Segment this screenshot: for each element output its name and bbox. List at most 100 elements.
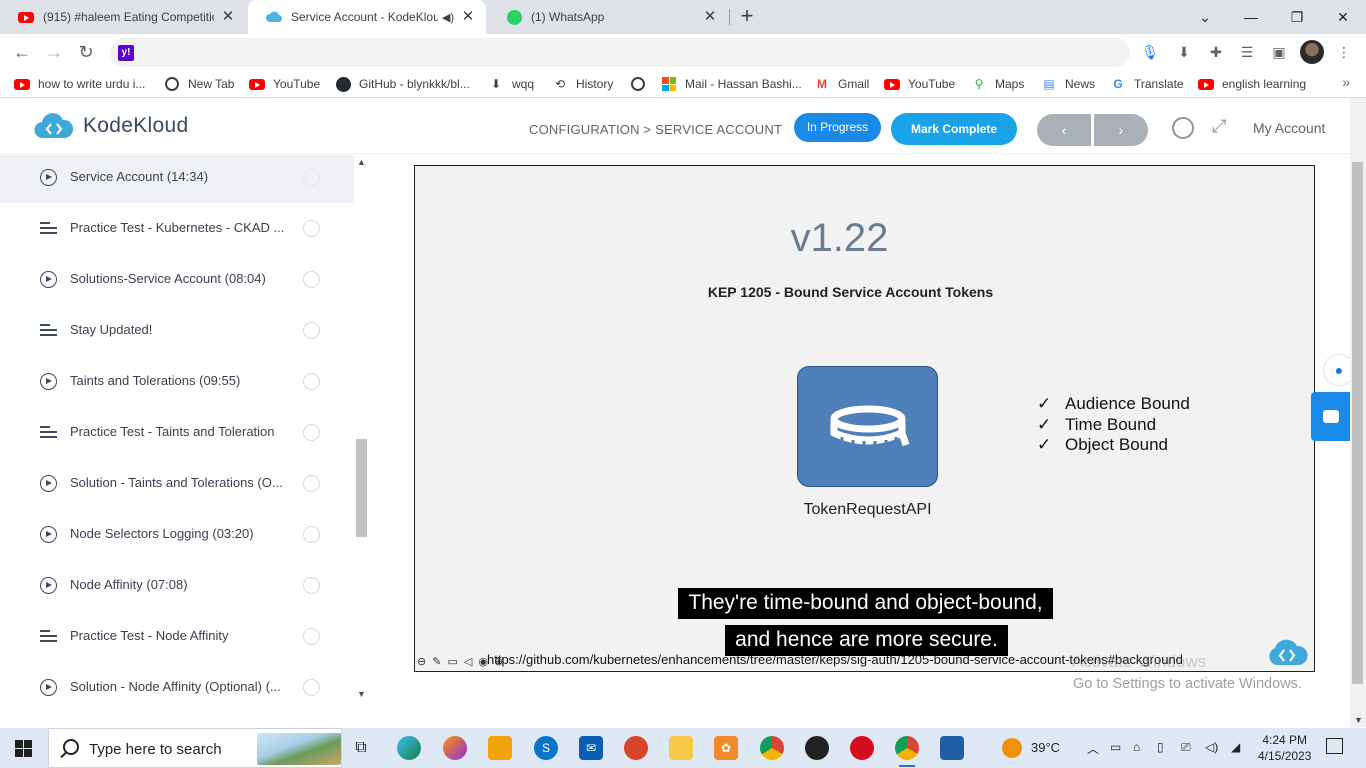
settings-icon[interactable]: ◉ — [478, 655, 488, 668]
close-icon[interactable]: ✕ — [460, 9, 476, 25]
completion-circle-icon[interactable] — [303, 679, 320, 696]
task-view-icon[interactable]: ⧉ — [349, 736, 373, 760]
scroll-down-icon[interactable]: ▼ — [1354, 715, 1363, 725]
mark-complete-button[interactable]: Mark Complete — [891, 113, 1017, 145]
fullscreen-icon[interactable]: ⤢ — [1212, 116, 1226, 137]
scrollbar-thumb[interactable] — [356, 439, 367, 537]
bookmark-item[interactable]: M Gmail — [814, 75, 869, 93]
lesson-item[interactable]: Node Selectors Logging (03:20) — [0, 509, 354, 560]
new-tab-button[interactable]: + — [735, 5, 759, 29]
volume-icon[interactable]: ◁) — [1205, 740, 1218, 754]
completion-circle-icon[interactable] — [303, 475, 320, 492]
wifi-icon[interactable]: ◢ — [1231, 740, 1240, 754]
mail-icon[interactable]: ✉ — [579, 736, 603, 760]
snail-app-icon[interactable] — [624, 736, 648, 760]
opera-icon[interactable] — [850, 736, 874, 760]
page-scrollbar[interactable]: ▼ — [1350, 98, 1366, 727]
bookmark-item[interactable]: ▤ News — [1041, 75, 1095, 93]
tab-whatsapp[interactable]: (1) WhatsApp ✕ — [488, 0, 728, 34]
my-account-link[interactable]: My Account — [1253, 120, 1325, 136]
bookmark-item[interactable]: ⟲ History — [552, 75, 613, 93]
chat-button[interactable] — [1311, 392, 1350, 441]
minimize-button[interactable]: — — [1228, 0, 1274, 34]
next-lesson-button[interactable]: › — [1094, 114, 1148, 146]
lesson-item[interactable]: Practice Test - Kubernetes - CKAD ... — [0, 203, 354, 254]
completion-circle-icon[interactable] — [303, 169, 320, 186]
phone-link-icon[interactable]: ▯ — [1157, 740, 1164, 754]
playlist-icon[interactable]: ☰ — [1237, 42, 1257, 62]
pen-icon[interactable]: ✎ — [432, 655, 441, 668]
reload-button[interactable]: ↻ — [73, 39, 99, 65]
download-extension-icon[interactable]: ⬇ — [1174, 42, 1194, 62]
lesson-item[interactable]: Taints and Tolerations (09:55) — [0, 356, 354, 407]
lesson-item[interactable]: Practice Test - Taints and Toleration — [0, 407, 354, 458]
completion-circle-icon[interactable] — [303, 373, 320, 390]
completion-circle-icon[interactable] — [303, 322, 320, 339]
skype-icon[interactable]: S — [534, 736, 558, 760]
prev-lesson-button[interactable]: ‹ — [1037, 114, 1091, 146]
sidebar-scrollbar[interactable]: ▲ ▼ — [354, 155, 370, 727]
completion-circle-icon[interactable] — [303, 220, 320, 237]
chrome-running-icon[interactable] — [895, 736, 919, 767]
sidepanel-icon[interactable]: ▣ — [1269, 42, 1289, 62]
store-icon[interactable] — [488, 736, 512, 760]
weather-icon[interactable] — [1002, 738, 1022, 758]
display-icon[interactable]: ⎚ — [1181, 740, 1191, 755]
bookmark-item[interactable]: YouTube — [884, 75, 955, 93]
completion-circle-icon[interactable] — [303, 526, 320, 543]
forward-button[interactable]: → — [41, 39, 67, 65]
bookmark-item[interactable]: english learning — [1198, 75, 1306, 93]
firefox-icon[interactable] — [443, 736, 467, 760]
system-clock[interactable]: 4:24 PM 4/15/2023 — [1258, 732, 1311, 764]
close-icon[interactable]: ✕ — [220, 9, 236, 25]
bookmark-item[interactable]: ⚲ Maps — [971, 75, 1025, 93]
lesson-item[interactable]: Service Account (14:34) — [0, 155, 354, 203]
temperature[interactable]: 39°C — [1031, 740, 1060, 755]
bookmark-item[interactable]: how to write urdu i... — [14, 75, 145, 93]
bookmark-item[interactable]: Mail - Hassan Bashi... — [661, 75, 802, 93]
file-explorer-icon[interactable] — [669, 736, 693, 760]
bookmark-item[interactable]: G Translate — [1110, 75, 1183, 93]
captions-icon[interactable]: ▭ — [447, 655, 457, 668]
settings-app-icon[interactable]: ✿ — [714, 736, 738, 760]
taskbar-search[interactable]: Type here to search — [48, 728, 342, 768]
bookmark-item[interactable]: YouTube — [249, 75, 320, 93]
bookmark-item[interactable]: New Tab — [164, 75, 234, 93]
bookmark-item[interactable] — [630, 75, 654, 93]
obs-icon[interactable] — [805, 736, 829, 760]
video-player[interactable]: v1.22 KEP 1205 - Bound Service Account T… — [414, 165, 1315, 672]
scroll-down-icon[interactable]: ▼ — [357, 689, 366, 699]
close-icon[interactable]: ✕ — [702, 9, 718, 25]
profile-avatar[interactable] — [1300, 40, 1324, 64]
lesson-item[interactable]: Practice Test - Node Affinity — [0, 611, 354, 662]
notification-icon[interactable] — [1326, 738, 1343, 754]
lesson-item[interactable]: Solution - Node Affinity (Optional) (... — [0, 662, 354, 713]
dark-mode-icon[interactable] — [1172, 117, 1194, 139]
completion-circle-icon[interactable] — [303, 577, 320, 594]
completion-circle-icon[interactable] — [303, 424, 320, 441]
completion-circle-icon[interactable] — [303, 628, 320, 645]
speaker-icon[interactable]: ◀) — [442, 11, 454, 24]
kodekloud-logo[interactable]: KodeKloud — [34, 113, 188, 139]
lesson-item[interactable]: Solutions-Service Account (08:04) — [0, 254, 354, 305]
address-bar[interactable]: y! — [110, 38, 1130, 67]
puzzle-icon[interactable]: ✚ — [1206, 42, 1226, 62]
mic-extension-icon[interactable]: 🎙 — [1140, 42, 1160, 62]
scrollbar-thumb[interactable] — [1352, 162, 1363, 684]
mute-icon[interactable]: ◁ — [464, 655, 472, 668]
photos-icon[interactable] — [940, 736, 964, 760]
windows-start-icon[interactable] — [15, 740, 32, 757]
chrome-icon[interactable] — [760, 736, 784, 760]
edge-icon[interactable] — [397, 736, 421, 760]
menu-icon[interactable]: ⋮ — [1334, 42, 1354, 62]
tab-search-icon[interactable]: ⌄ — [1182, 0, 1228, 34]
forward-icon[interactable]: ⊕ — [494, 655, 503, 668]
restore-button[interactable]: ❐ — [1274, 0, 1320, 34]
scroll-up-icon[interactable]: ▲ — [357, 157, 366, 167]
completion-circle-icon[interactable] — [303, 271, 320, 288]
tray-expand-icon[interactable]: ︿ — [1087, 740, 1099, 757]
lesson-item[interactable]: Stay Updated! — [0, 305, 354, 356]
battery-icon[interactable]: ▭ — [1110, 740, 1121, 754]
window-close-button[interactable]: ✕ — [1320, 0, 1366, 34]
back-button[interactable]: ← — [9, 39, 35, 65]
